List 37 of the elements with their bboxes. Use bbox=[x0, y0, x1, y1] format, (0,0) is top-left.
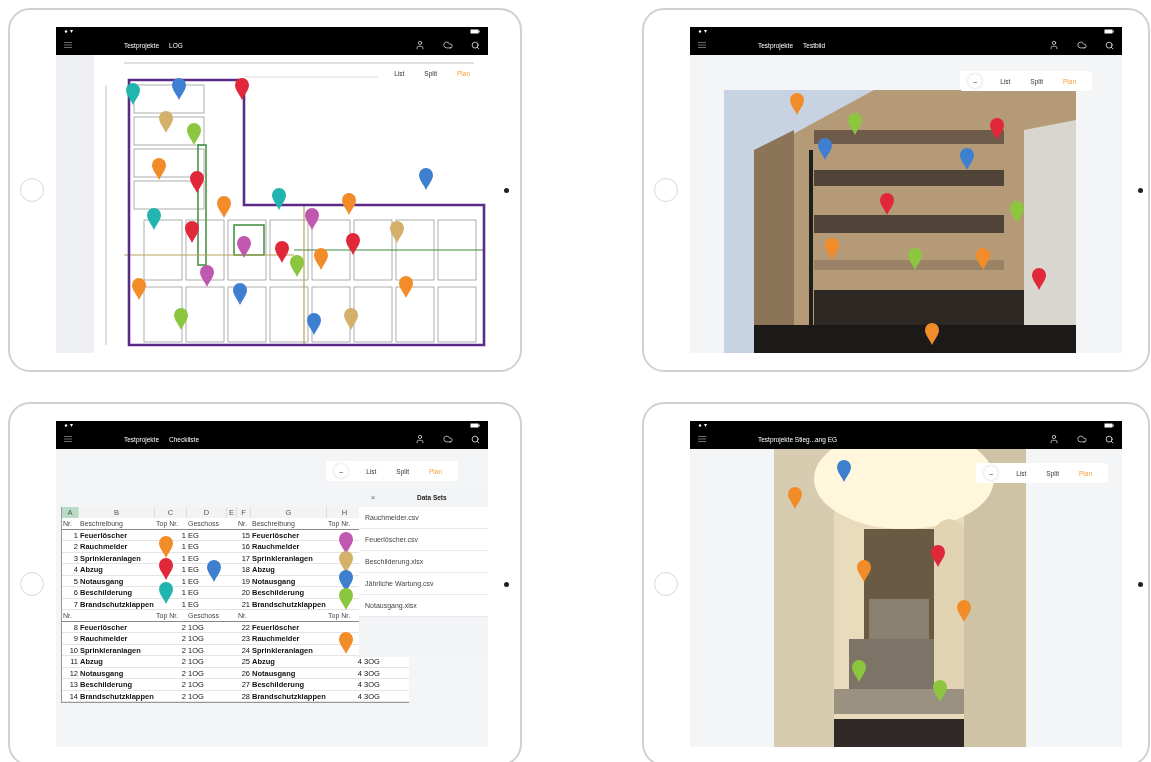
pin-icon[interactable] bbox=[925, 323, 939, 345]
pin-icon[interactable] bbox=[931, 545, 945, 567]
pin-icon[interactable] bbox=[346, 233, 360, 255]
cloud-icon[interactable] bbox=[443, 40, 453, 50]
cloud-icon[interactable] bbox=[1077, 40, 1087, 50]
pin-icon[interactable] bbox=[857, 560, 871, 582]
pin-icon[interactable] bbox=[190, 171, 204, 193]
search-icon[interactable] bbox=[1105, 434, 1114, 444]
pin-icon[interactable] bbox=[185, 221, 199, 243]
battery-icon bbox=[470, 28, 480, 34]
close-button[interactable]: × bbox=[367, 492, 379, 502]
menu-icon[interactable] bbox=[698, 436, 706, 442]
pin-icon[interactable] bbox=[172, 78, 186, 100]
pin-icon[interactable] bbox=[159, 558, 173, 580]
menu-icon[interactable] bbox=[64, 42, 72, 48]
pin-icon[interactable] bbox=[126, 83, 140, 105]
battery-icon bbox=[1104, 28, 1114, 34]
camera-dot bbox=[1138, 187, 1143, 193]
user-icon[interactable] bbox=[415, 40, 425, 50]
pin-icon[interactable] bbox=[272, 188, 286, 210]
user-icon[interactable] bbox=[415, 434, 425, 444]
search-icon[interactable] bbox=[1105, 40, 1114, 50]
menu-icon[interactable] bbox=[698, 42, 706, 48]
pin-icon[interactable] bbox=[275, 241, 289, 263]
battery-icon bbox=[470, 422, 480, 428]
user-icon[interactable] bbox=[1049, 434, 1059, 444]
cloud-icon[interactable] bbox=[1077, 434, 1087, 444]
search-icon[interactable] bbox=[471, 434, 480, 444]
pin-icon[interactable] bbox=[235, 78, 249, 100]
search-icon[interactable] bbox=[471, 40, 480, 50]
user-icon[interactable] bbox=[1049, 40, 1059, 50]
camera-dot bbox=[1138, 581, 1143, 587]
camera-dot bbox=[504, 187, 509, 193]
camera-dot bbox=[504, 581, 509, 587]
menu-icon[interactable] bbox=[64, 436, 72, 442]
cloud-icon[interactable] bbox=[443, 434, 453, 444]
battery-icon bbox=[1104, 422, 1114, 428]
